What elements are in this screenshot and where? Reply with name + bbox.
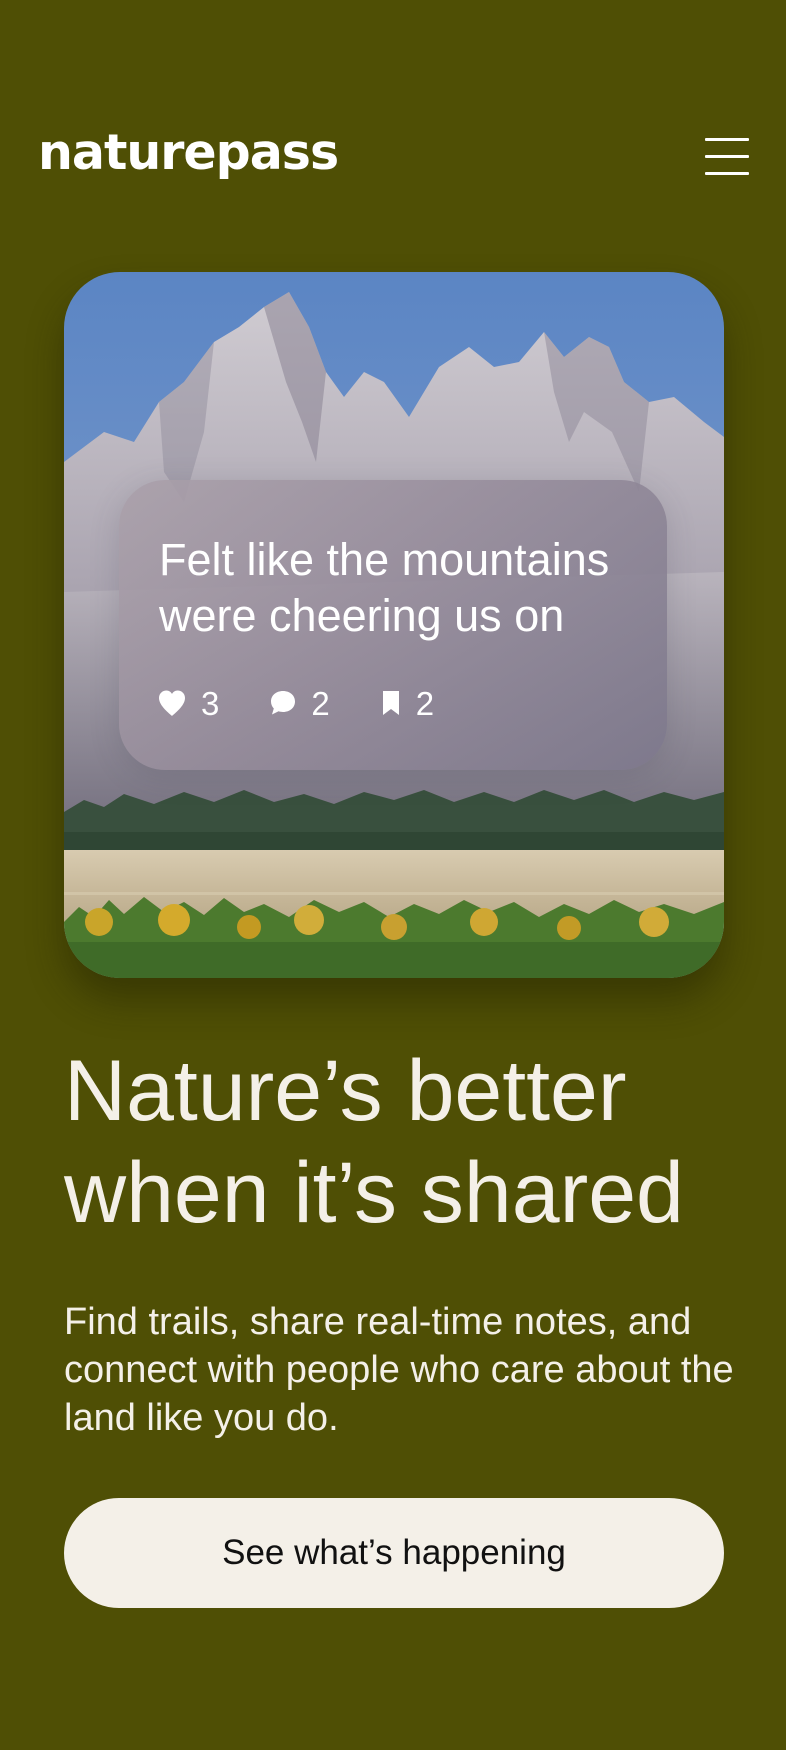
- bookmark-icon: [382, 691, 399, 715]
- post-preview-card[interactable]: Felt like the mountains were cheering us…: [119, 480, 667, 770]
- hero-subtext: Find trails, share real-time notes, and …: [64, 1301, 734, 1439]
- headline-line-1: Nature’s better: [64, 1043, 627, 1139]
- bookmarks-stat[interactable]: 2: [380, 687, 434, 720]
- bookmarks-count: 2: [415, 684, 435, 722]
- heart-icon: [159, 690, 185, 716]
- menu-line: [705, 155, 749, 158]
- naturepass-logo[interactable]: naturepass: [38, 128, 339, 177]
- post-text: Felt like the mountains were cheering us…: [159, 534, 610, 641]
- hero-card: Felt like the mountains were cheering us…: [64, 272, 724, 978]
- likes-stat[interactable]: 3: [157, 687, 219, 720]
- post-stats: 3 2 2: [157, 685, 484, 721]
- menu-line: [705, 172, 749, 175]
- hamburger-menu-icon[interactable]: [705, 138, 749, 176]
- hero-headline: Nature’s better when it’s shared: [64, 1040, 684, 1244]
- comments-stat[interactable]: 2: [269, 684, 330, 722]
- likes-count: 3: [201, 684, 220, 722]
- menu-line: [705, 138, 749, 141]
- comment-icon: [271, 691, 296, 715]
- comments-count: 2: [311, 684, 330, 722]
- headline-line-2: when it’s shared: [64, 1145, 684, 1241]
- see-whats-happening-button[interactable]: See what’s happening: [64, 1498, 724, 1608]
